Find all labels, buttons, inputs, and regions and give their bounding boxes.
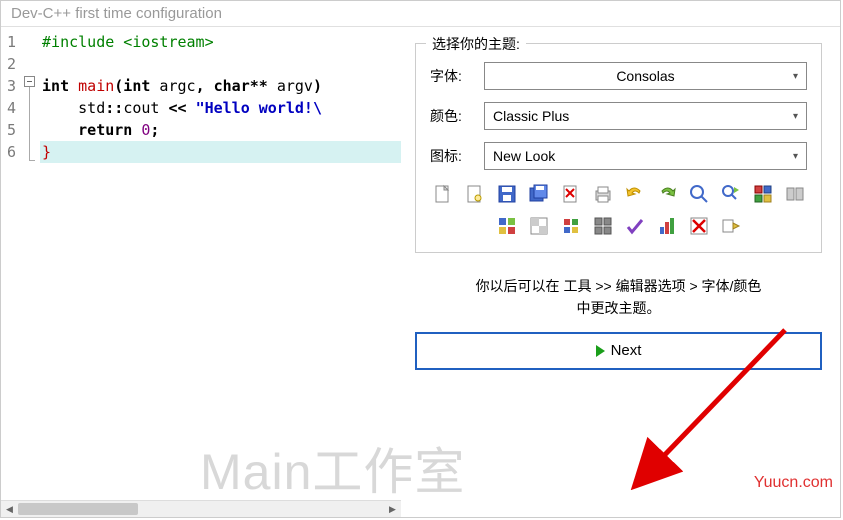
icon-value: New Look	[493, 148, 555, 164]
find-icon	[687, 182, 711, 206]
fold-toggle-icon[interactable]	[24, 76, 35, 87]
font-value: Consolas	[616, 68, 674, 84]
check-icon	[623, 214, 647, 238]
scroll-left-icon[interactable]: ◀	[1, 501, 18, 517]
content-area: 123456 #include <iostream> int main(int a…	[1, 27, 840, 517]
chevron-down-icon: ▾	[793, 151, 798, 162]
line-number: 5	[7, 119, 16, 141]
line-number: 1	[7, 31, 16, 53]
line-number: 2	[7, 53, 16, 75]
font-label: 字体:	[430, 66, 484, 86]
play-icon	[596, 345, 605, 357]
print-icon	[591, 182, 615, 206]
new-source-icon	[463, 182, 487, 206]
goto-icon	[719, 214, 743, 238]
config-window: Dev-C++ first time configuration 123456 …	[0, 0, 841, 518]
scroll-right-icon[interactable]: ▶	[384, 501, 401, 517]
hint-line1: 你以后可以在 工具 >> 编辑器选项 > 字体/颜色	[476, 278, 762, 294]
hint-line2: 中更改主题。	[577, 300, 661, 316]
icon-preview-grid	[430, 182, 807, 238]
code-line: int main(int argc, char** argv)	[40, 75, 401, 97]
stop-icon	[687, 214, 711, 238]
code-line: std::cout << "Hello world!\	[40, 97, 401, 119]
color-label: 颜色:	[430, 106, 484, 126]
icon-combobox[interactable]: New Look ▾	[484, 142, 807, 170]
editor-pane: 123456 #include <iostream> int main(int a…	[1, 27, 401, 517]
icon-label: 图标:	[430, 146, 484, 166]
run-icon	[783, 182, 807, 206]
undo-icon	[623, 182, 647, 206]
horizontal-scrollbar[interactable]: ◀ ▶	[1, 500, 401, 517]
hint-text: 你以后可以在 工具 >> 编辑器选项 > 字体/颜色 中更改主题。	[415, 275, 822, 320]
code-line	[40, 53, 401, 75]
line-number: 4	[7, 97, 16, 119]
debug-icon	[559, 214, 583, 238]
next-button[interactable]: Next	[415, 332, 822, 370]
code-area: #include <iostream> int main(int argc, ch…	[40, 27, 401, 500]
next-label: Next	[611, 342, 642, 359]
window-title: Dev-C++ first time configuration	[1, 1, 840, 27]
font-combobox[interactable]: Consolas ▾	[484, 62, 807, 90]
chevron-down-icon: ▾	[793, 71, 798, 82]
color-value: Classic Plus	[493, 108, 569, 124]
options-icon	[591, 214, 615, 238]
code-line: return 0;	[40, 119, 401, 141]
config-pane: 选择你的主题: 字体: Consolas ▾ 颜色: Classic Plus …	[401, 27, 840, 517]
color-combobox[interactable]: Classic Plus ▾	[484, 102, 807, 130]
fold-column	[22, 27, 40, 500]
code-line: #include <iostream>	[40, 31, 401, 53]
rebuild-icon	[527, 214, 551, 238]
group-title: 选择你的主题:	[426, 34, 526, 54]
compile-run-icon	[495, 214, 519, 238]
save-icon	[495, 182, 519, 206]
line-gutter: 123456	[1, 27, 22, 500]
save-all-icon	[527, 182, 551, 206]
theme-group: 选择你的主题: 字体: Consolas ▾ 颜色: Classic Plus …	[415, 43, 822, 253]
compile-icon	[751, 182, 775, 206]
close-icon	[559, 182, 583, 206]
find-next-icon	[719, 182, 743, 206]
redo-icon	[655, 182, 679, 206]
new-file-icon	[431, 182, 455, 206]
chevron-down-icon: ▾	[793, 111, 798, 122]
line-number: 6	[7, 141, 16, 163]
code-line: }	[40, 141, 401, 163]
line-number: 3	[7, 75, 16, 97]
scrollbar-thumb[interactable]	[18, 503, 138, 515]
profile-icon	[655, 214, 679, 238]
